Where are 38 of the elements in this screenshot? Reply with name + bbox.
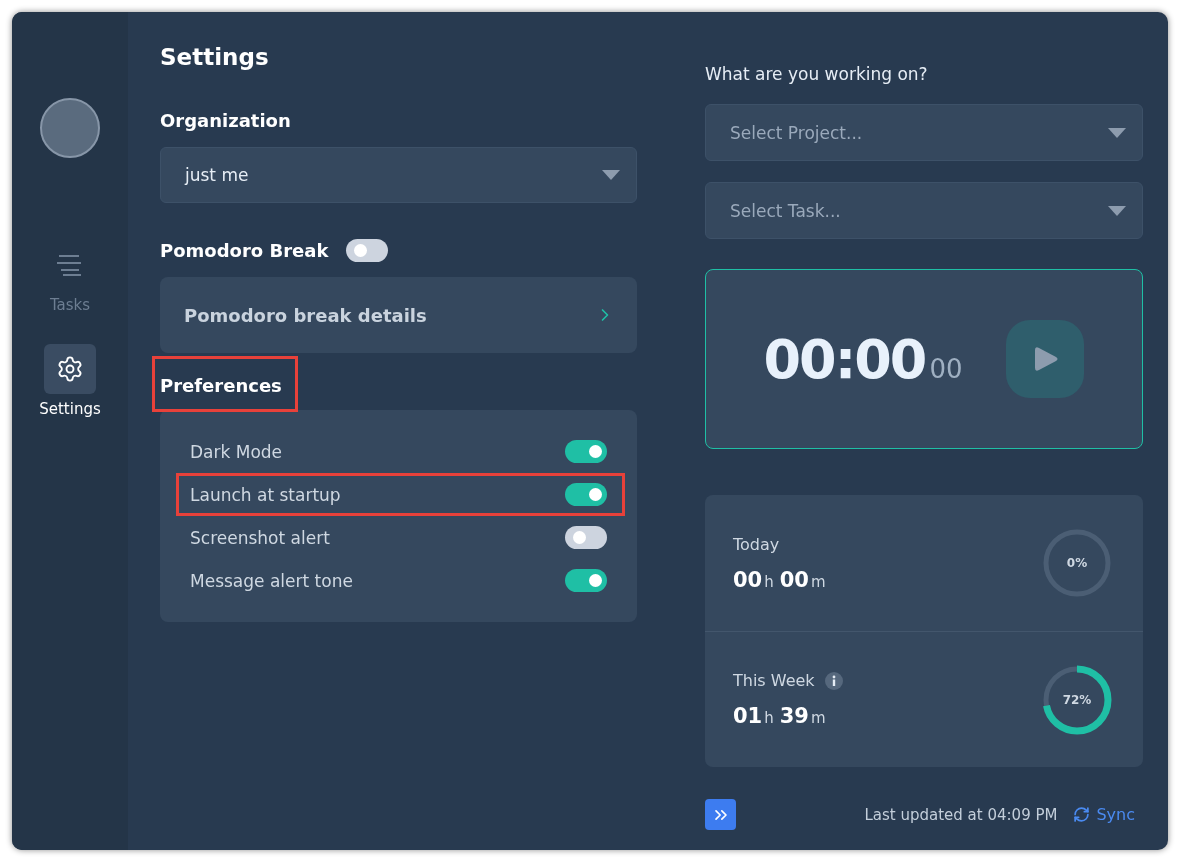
settings-icon: [56, 355, 84, 383]
dropdown-select[interactable]: Select Project...: [705, 104, 1143, 161]
field-label: Organization: [160, 110, 292, 131]
toggle-switch[interactable]: [346, 239, 389, 262]
play-button[interactable]: [1006, 320, 1085, 398]
preference-label: Message alert tone: [190, 570, 353, 591]
preference-label: Screenshot alert: [190, 527, 330, 548]
dropdown-caret-icon: [602, 170, 620, 180]
stat-label: This Week: [733, 671, 815, 690]
dropdown-caret-icon: [1108, 205, 1126, 216]
preference-label: Launch at startup: [190, 484, 341, 505]
stat-label: Today: [733, 534, 780, 554]
dropdown-select[interactable]: Select Task...: [705, 182, 1143, 239]
sync-link[interactable]: Sync: [1073, 805, 1135, 824]
prompt-text: What are you working on?: [705, 64, 929, 84]
pomodoro-details-button[interactable]: Pomodoro break details: [160, 277, 637, 353]
percent-text: 72%: [1062, 692, 1092, 707]
section-heading: Preferences: [160, 375, 282, 396]
toggle-switch[interactable]: [565, 569, 607, 592]
last-updated-text: Last updated at 04:09 PM: [864, 805, 1058, 824]
duration-value: 00 h 00 m: [733, 567, 827, 592]
toggle-switch[interactable]: [565, 440, 607, 463]
timer-display: 00:00 00: [763, 327, 963, 391]
sync-icon: [1073, 806, 1091, 823]
toggle-switch[interactable]: [565, 526, 607, 549]
toggle-switch[interactable]: [565, 483, 607, 506]
field-label: Pomodoro Break: [160, 240, 329, 261]
info-icon: [824, 671, 843, 690]
preference-label: Dark Mode: [190, 441, 283, 462]
sidebar-item[interactable]: Tasks: [44, 240, 96, 314]
organization-select[interactable]: just me: [160, 147, 637, 203]
lines-icon: [56, 254, 84, 276]
duration-value: 01 h 39 m: [733, 704, 827, 728]
expand-button[interactable]: [705, 799, 736, 830]
percent-text: 0%: [1066, 556, 1088, 570]
page-title: Settings: [160, 44, 270, 70]
dropdown-caret-icon: [1108, 127, 1126, 138]
avatar-placeholder[interactable]: [40, 98, 100, 158]
